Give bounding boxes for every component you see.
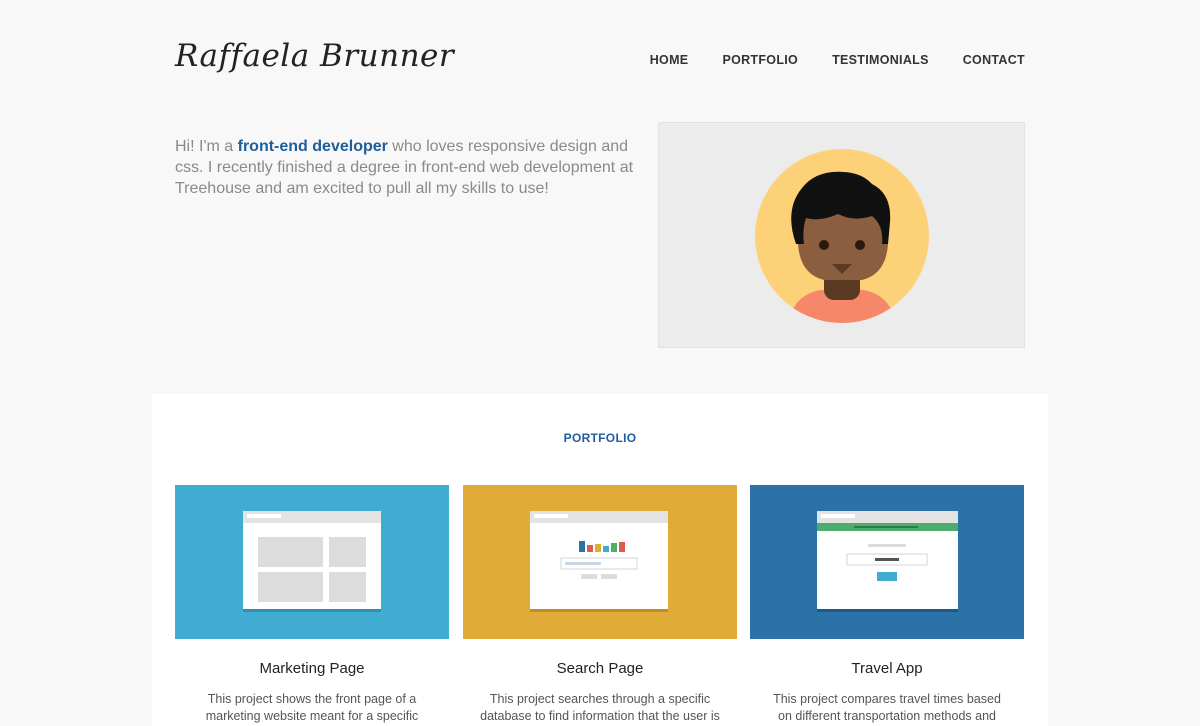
- card-title[interactable]: Travel App: [750, 660, 1024, 677]
- portfolio-card-travel[interactable]: Travel App This project compares travel …: [750, 485, 1024, 726]
- travel-thumbnail[interactable]: [750, 485, 1024, 639]
- main-nav: HOME PORTFOLIO TESTIMONIALS CONTACT: [650, 53, 1025, 67]
- portfolio-title: PORTFOLIO: [563, 431, 637, 445]
- card-description: This project shows the front page of a m…: [205, 692, 419, 723]
- nav-testimonials[interactable]: TESTIMONIALS: [832, 53, 929, 67]
- intro-text: Hi! I'm a front-end developer who loves …: [175, 136, 645, 199]
- nav-portfolio[interactable]: PORTFOLIO: [722, 53, 798, 67]
- card-description: This project compares travel times based…: [773, 692, 1001, 723]
- marketing-preview-image: [175, 485, 449, 639]
- nav-home[interactable]: HOME: [650, 53, 689, 67]
- card-description: This project searches through a specific…: [480, 692, 720, 723]
- nav-contact[interactable]: CONTACT: [963, 53, 1025, 67]
- search-preview-image: [463, 485, 737, 639]
- card-title[interactable]: Marketing Page: [175, 660, 449, 677]
- avatar-illustration: [755, 149, 929, 323]
- intro-highlight: front-end developer: [237, 138, 388, 155]
- portfolio-section: PORTFOLIO Marketing Page This project sh…: [152, 394, 1048, 726]
- site-header: Raffaela Brunner HOME PORTFOLIO TESTIMON…: [175, 32, 1025, 92]
- portfolio-card-marketing[interactable]: Marketing Page This project shows the fr…: [175, 485, 449, 725]
- travel-preview-image: [750, 485, 1024, 639]
- search-thumbnail[interactable]: [463, 485, 737, 639]
- logo[interactable]: Raffaela Brunner: [175, 38, 454, 74]
- marketing-thumbnail[interactable]: [175, 485, 449, 639]
- card-title[interactable]: Search Page: [463, 660, 737, 677]
- portfolio-card-search[interactable]: Search Page This project searches throug…: [463, 485, 737, 725]
- intro-before: Hi! I'm a: [175, 138, 238, 155]
- avatar-panel: [658, 122, 1025, 348]
